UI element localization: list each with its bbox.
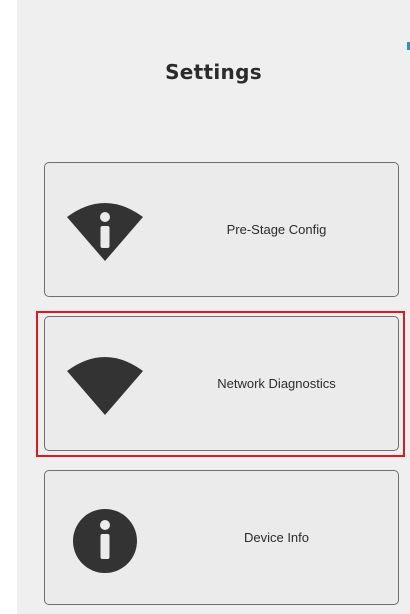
wifi-icon (67, 357, 143, 415)
page-title: Settings (165, 60, 262, 84)
device-info-button[interactable]: Device Info (44, 470, 399, 605)
network-diagnostics-label: Network Diagnostics (217, 376, 336, 391)
pre-stage-config-button[interactable]: Pre-Stage Config (44, 162, 399, 297)
network-diagnostics-button[interactable]: Network Diagnostics (44, 316, 399, 451)
pre-stage-config-label: Pre-Stage Config (226, 222, 327, 237)
device-info-label: Device Info (243, 530, 310, 545)
wifi-info-icon (67, 203, 143, 261)
info-icon (73, 509, 137, 573)
